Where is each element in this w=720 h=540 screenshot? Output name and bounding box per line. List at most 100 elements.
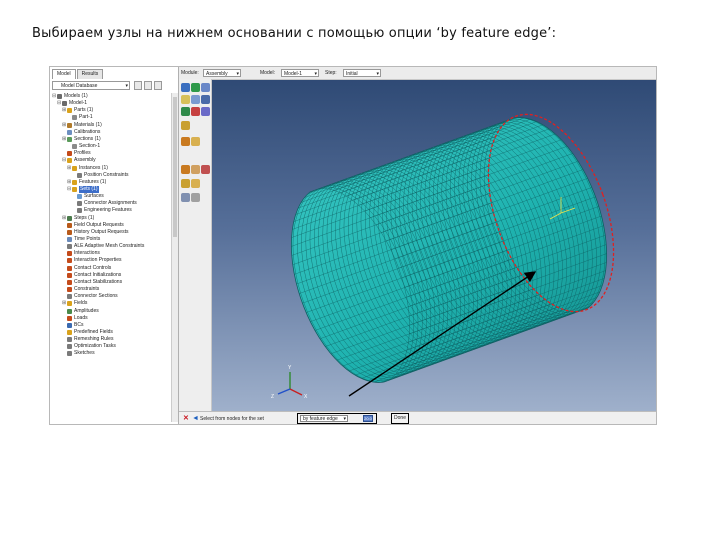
- back-arrow-icon[interactable]: ◄: [192, 415, 199, 422]
- tree-item[interactable]: Profiles: [62, 150, 91, 157]
- tree-item-label: Materials (1): [74, 121, 102, 128]
- viewport-canvas[interactable]: Y X Z: [212, 80, 656, 411]
- create-set-icon[interactable]: [181, 121, 190, 130]
- collapse-all-icon[interactable]: [154, 81, 162, 90]
- translate-icon[interactable]: [181, 95, 190, 104]
- tree-item[interactable]: Surfaces: [72, 193, 104, 200]
- tree-item-label: Interactions: [74, 250, 100, 257]
- merge-icon[interactable]: [191, 107, 200, 116]
- tree-item[interactable]: ⊞ Materials (1): [62, 122, 102, 129]
- tree-node-icon: [67, 279, 72, 285]
- tree-item[interactable]: Field Output Requests: [62, 222, 124, 229]
- tree-item[interactable]: ⊞ Features (1): [67, 179, 106, 186]
- tree-node-icon: [67, 329, 72, 335]
- step-select[interactable]: Initial ▾: [343, 69, 381, 77]
- abaqus-window: Model Results Model Database ▾ ⊟ Models (…: [49, 66, 657, 425]
- angle-button[interactable]: 20.0: [363, 415, 373, 422]
- tab-results[interactable]: Results: [76, 69, 104, 79]
- translate-to-icon[interactable]: [201, 95, 210, 104]
- linear-pattern-icon[interactable]: [191, 83, 200, 92]
- tree-item[interactable]: Time Points: [62, 236, 100, 243]
- datum-point-icon[interactable]: [181, 137, 190, 146]
- chevron-down-icon: ▾: [314, 71, 317, 77]
- tree-item[interactable]: Section-1: [67, 143, 100, 150]
- tree-item-label: Engineering Features: [84, 207, 132, 214]
- constraint-icon[interactable]: [181, 107, 190, 116]
- tree-item[interactable]: Contact Stabilizations: [62, 279, 122, 286]
- cut-icon[interactable]: [201, 107, 210, 116]
- radial-pattern-icon[interactable]: [201, 83, 210, 92]
- tree-item[interactable]: Interaction Properties: [62, 257, 122, 264]
- tree-node-icon: [67, 308, 72, 314]
- tree-item[interactable]: Loads: [62, 315, 88, 322]
- tab-model[interactable]: Model: [52, 69, 76, 79]
- tree-item[interactable]: ⊟ Sets (1): [67, 185, 99, 193]
- tree-item[interactable]: ⊞ Sections (1): [62, 136, 101, 143]
- tree-node-icon: [67, 222, 72, 228]
- tree-item[interactable]: Remeshing Rules: [62, 336, 113, 343]
- filter-icon[interactable]: [134, 81, 142, 90]
- tree-item[interactable]: Part-1: [67, 114, 93, 121]
- selection-method-select[interactable]: by feature edge ▾: [300, 415, 348, 422]
- measure-icon[interactable]: [181, 193, 190, 202]
- tree-item-label: Interaction Properties: [74, 257, 122, 264]
- orientation-triad: Y X Z: [271, 365, 308, 400]
- tree-item[interactable]: ⊞ Instances (1): [67, 165, 108, 172]
- tree-item-label: Section-1: [79, 143, 101, 150]
- tree-item[interactable]: Connector Assignments: [72, 200, 137, 207]
- tree-scrollbar[interactable]: [171, 93, 178, 422]
- model-select[interactable]: Model-1 ▾: [281, 69, 319, 77]
- tree-item-label: Steps (1): [74, 214, 95, 221]
- done-button[interactable]: Done: [391, 413, 409, 424]
- module-label: Module:: [181, 70, 199, 76]
- tree-item[interactable]: Constraints: [62, 286, 99, 293]
- rotate-icon[interactable]: [191, 95, 200, 104]
- tree-item-label: Constraints: [74, 286, 100, 293]
- tree-item[interactable]: ⊟ Model-1: [57, 100, 87, 107]
- prompt-area: ✕ ◄ Select from nodes for the set by fea…: [179, 411, 656, 424]
- tree-node-icon: [67, 322, 72, 328]
- prompt-text: Select from nodes for the set: [200, 416, 264, 422]
- tree-item[interactable]: ⊞ Parts (1): [62, 107, 93, 114]
- tree-item-label: Instances (1): [79, 164, 108, 171]
- instance-part-icon[interactable]: [181, 83, 190, 92]
- partition-icon[interactable]: [191, 165, 200, 174]
- tree-item[interactable]: ALE Adaptive Mesh Constraints: [62, 243, 144, 250]
- module-select[interactable]: Assembly ▾: [203, 69, 241, 77]
- tree-item[interactable]: Amplitudes: [62, 308, 99, 315]
- delete-icon[interactable]: [201, 165, 210, 174]
- tree-item-label: Surfaces: [84, 193, 104, 200]
- datum-axis-icon[interactable]: [191, 137, 200, 146]
- query-icon[interactable]: [181, 165, 190, 174]
- view-cut-icon[interactable]: [191, 193, 200, 202]
- set-manager-icon[interactable]: [191, 179, 200, 188]
- tree-item[interactable]: Position Constraints: [72, 172, 128, 179]
- tree-item[interactable]: Optimization Tasks: [62, 343, 116, 350]
- tree-item[interactable]: History Output Requests: [62, 229, 128, 236]
- tree-item[interactable]: ⊞ Steps (1): [62, 215, 94, 222]
- tree-item[interactable]: BCs: [62, 322, 83, 329]
- chevron-down-icon: ▾: [125, 83, 128, 89]
- viewport[interactable]: Y X Z: [212, 80, 656, 411]
- model-database-select[interactable]: Model Database ▾: [52, 81, 130, 90]
- tree-node-icon: [67, 265, 72, 271]
- cancel-icon[interactable]: ✕: [183, 415, 189, 422]
- tree-item[interactable]: Sketches: [62, 350, 95, 357]
- tree-node-icon: [72, 144, 77, 150]
- tree-node-icon: [72, 115, 77, 121]
- tree-item-label: Profiles: [74, 150, 91, 157]
- surface-icon[interactable]: [181, 179, 190, 188]
- tree-item[interactable]: ⊟ Assembly: [62, 157, 96, 164]
- tree-node-icon: [67, 344, 72, 350]
- tree-item[interactable]: Interactions: [62, 250, 100, 257]
- tree-item[interactable]: ⊞ Fields: [62, 300, 87, 307]
- tree-item[interactable]: Predefined Fields: [62, 329, 113, 336]
- tree-item[interactable]: Contact Initializations: [62, 272, 121, 279]
- tree-item[interactable]: ⊟ Models (1): [52, 93, 88, 100]
- tree-item[interactable]: Engineering Features: [72, 207, 132, 214]
- scrollbar-thumb[interactable]: [173, 97, 177, 237]
- tree-item[interactable]: Contact Controls: [62, 265, 111, 272]
- tree-item[interactable]: Connector Sections: [62, 293, 118, 300]
- tree-item[interactable]: Calibrations: [62, 129, 100, 136]
- expand-all-icon[interactable]: [144, 81, 152, 90]
